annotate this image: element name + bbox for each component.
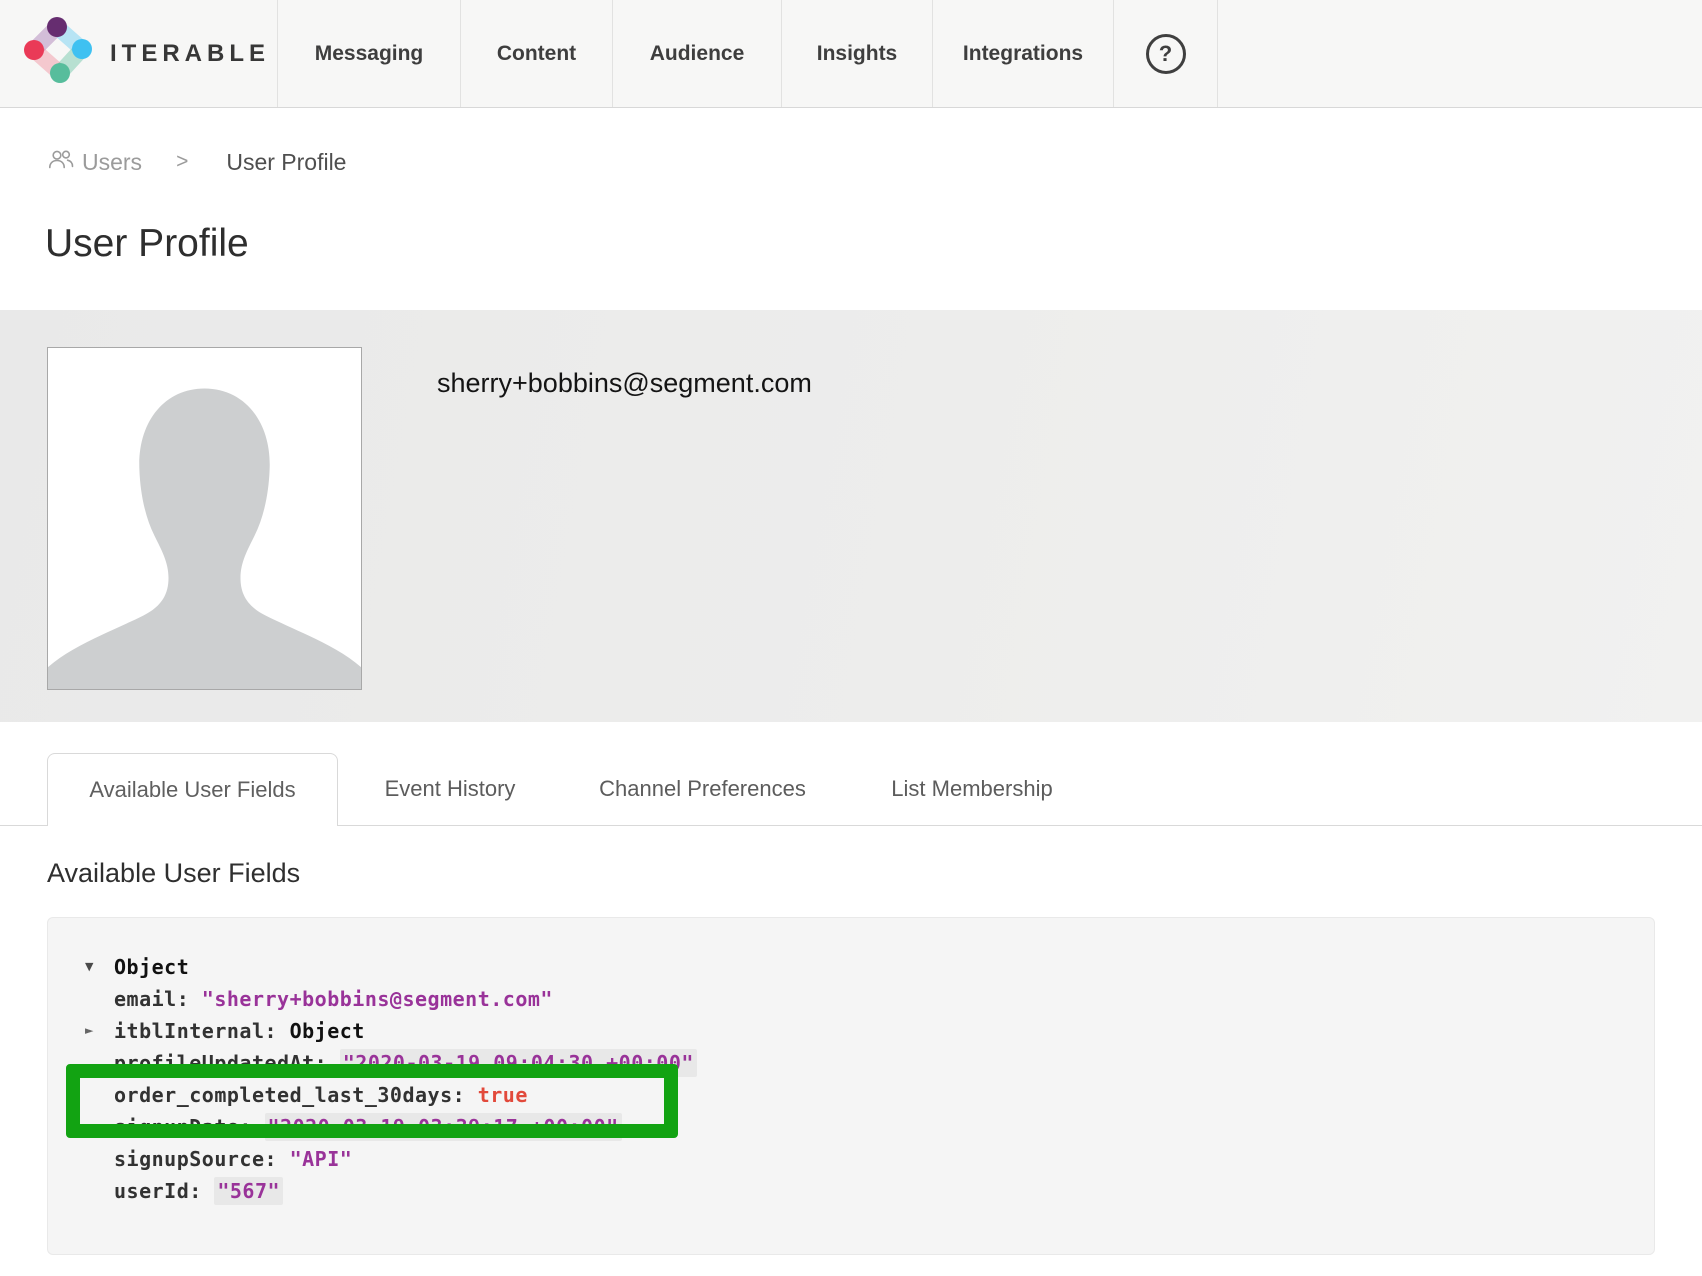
field-value: "2020-03-19 03:39:17 +00:00" <box>265 1113 622 1141</box>
collapse-triangle-icon[interactable]: ▼ <box>85 951 94 983</box>
field-value: "2020-03-19 09:04:30 +00:00" <box>340 1049 697 1077</box>
field-value: "sherry+bobbins@segment.com" <box>202 987 553 1011</box>
help-button[interactable]: ? <box>1113 0 1218 107</box>
avatar <box>47 347 362 690</box>
field-row-itblinternal: ►itblInternal: Object <box>114 1015 1654 1047</box>
tree-root-row: ▼Object <box>114 951 1654 983</box>
nav-spacer <box>1218 0 1702 107</box>
tab-list-membership[interactable]: List Membership <box>877 753 1067 825</box>
help-icon: ? <box>1146 34 1186 74</box>
breadcrumb-current: User Profile <box>226 149 346 176</box>
page-title: User Profile <box>45 222 249 266</box>
field-value: "567" <box>214 1177 283 1205</box>
root-object-label: Object <box>114 955 189 979</box>
iterable-logo[interactable]: ITERABLE <box>0 0 277 107</box>
tab-event-history[interactable]: Event History <box>375 753 525 825</box>
users-icon <box>47 149 74 175</box>
field-row-userid: userId: "567" <box>114 1175 1654 1207</box>
fields-tree: ▼Object email: "sherry+bobbins@segment.c… <box>48 918 1654 1207</box>
field-row-signupdate: signupDate: "2020-03-19 03:39:17 +00:00" <box>114 1111 1654 1143</box>
nav-item-content[interactable]: Content <box>460 0 612 107</box>
iterable-logo-icon <box>24 14 94 93</box>
profile-hero: sherry+bobbins@segment.com <box>0 310 1702 722</box>
user-email: sherry+bobbins@segment.com <box>437 368 812 399</box>
expand-triangle-icon[interactable]: ► <box>85 1015 94 1047</box>
user-fields-panel: ▼Object email: "sherry+bobbins@segment.c… <box>47 917 1655 1255</box>
chevron-right-icon: > <box>176 150 188 174</box>
top-nav: ITERABLE Messaging Content Audience Insi… <box>0 0 1702 108</box>
breadcrumb: Users > User Profile <box>47 147 346 177</box>
brand-wordmark: ITERABLE <box>110 40 270 68</box>
field-row-profileupdatedat: profileUpdatedAt: "2020-03-19 09:04:30 +… <box>114 1047 1654 1079</box>
field-row-signupsource: signupSource: "API" <box>114 1143 1654 1175</box>
field-value: "API" <box>290 1147 353 1171</box>
field-row-order-completed-last-30days: order_completed_last_30days: true <box>114 1079 1654 1111</box>
nav-item-audience[interactable]: Audience <box>612 0 781 107</box>
field-row-email: email: "sherry+bobbins@segment.com" <box>114 983 1654 1015</box>
fields-section-heading: Available User Fields <box>47 858 300 889</box>
field-value: true <box>478 1083 528 1107</box>
profile-tabs: Available User Fields Event History Chan… <box>0 753 1702 826</box>
tab-available-user-fields[interactable]: Available User Fields <box>47 753 338 826</box>
user-profile-page: ITERABLE Messaging Content Audience Insi… <box>0 0 1702 1276</box>
nav-item-messaging[interactable]: Messaging <box>277 0 460 107</box>
nav-item-integrations[interactable]: Integrations <box>932 0 1113 107</box>
tab-channel-preferences[interactable]: Channel Preferences <box>585 753 820 825</box>
breadcrumb-users-link[interactable]: Users <box>47 149 142 176</box>
nav-item-insights[interactable]: Insights <box>781 0 932 107</box>
field-value: Object <box>290 1019 365 1043</box>
